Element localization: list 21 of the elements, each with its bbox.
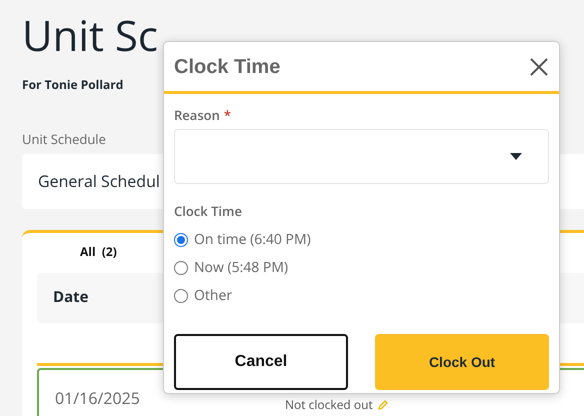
date-cell-text: 01/16/2025 [55, 386, 141, 410]
page-subtitle: For Tonie Pollard [22, 76, 124, 94]
cancel-button[interactable]: Cancel [174, 334, 348, 390]
field-label: Unit Schedule [22, 130, 106, 150]
status-text: Not clocked out [285, 396, 373, 414]
column-header: Date [53, 286, 89, 309]
radio-button[interactable] [174, 232, 188, 246]
caret-icon [510, 152, 522, 160]
field-label: Reason [174, 106, 220, 126]
clock-out-button[interactable]: Clock Out [375, 334, 549, 390]
radio-button[interactable] [174, 260, 188, 274]
close-icon[interactable] [529, 56, 549, 76]
page-title: Unit Sc [22, 8, 158, 64]
required-mark: * [224, 106, 231, 126]
radio-label: Now (5:48 PM) [194, 257, 288, 278]
radio-label: Other [194, 285, 232, 306]
radio-label: On time (6:40 PM) [194, 229, 311, 250]
tab[interactable]: All (2) [80, 242, 117, 260]
field-label: Clock Time [174, 202, 242, 221]
dialog-title: Clock Time [174, 54, 280, 80]
radio-button[interactable] [174, 288, 188, 302]
